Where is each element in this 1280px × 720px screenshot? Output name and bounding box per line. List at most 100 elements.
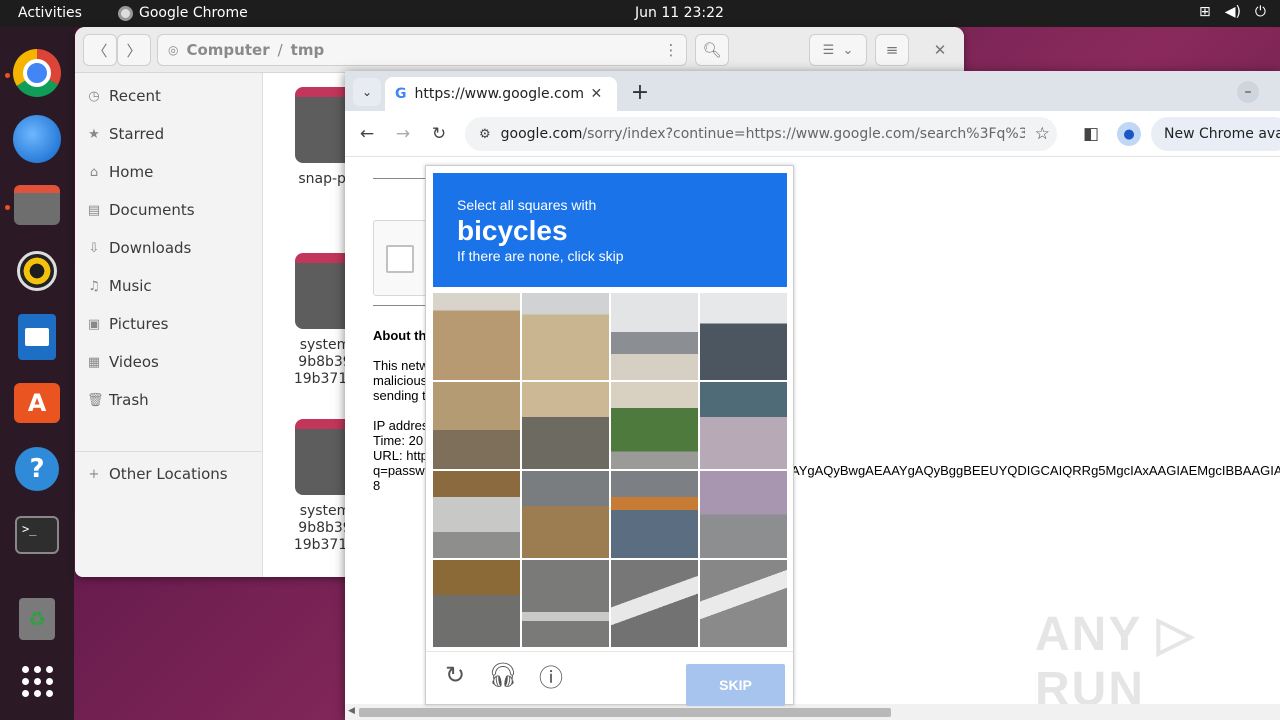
dock-rhythmbox[interactable] [13, 247, 61, 295]
bookmark-star-icon[interactable]: ☆ [1035, 124, 1050, 144]
image-tile[interactable] [611, 471, 698, 558]
sidebar-item-label: Documents [109, 201, 195, 219]
dock-thunderbird[interactable] [13, 115, 61, 163]
tab-google-sorry[interactable]: G https://www.google.com/sorry/ ✕ [385, 77, 617, 111]
reload-icon: ↻ [444, 661, 466, 689]
reload-challenge-button[interactable]: ↻ [440, 660, 470, 690]
sidebar-item-trash[interactable]: 🗑︎ Trash [87, 385, 149, 415]
kebab-icon: ⋮ [663, 41, 679, 59]
image-tile[interactable] [700, 560, 787, 647]
activities-button[interactable]: Activities [18, 5, 82, 21]
horizontal-scrollbar[interactable]: ◀ [345, 704, 1280, 720]
sidebar-item-recent[interactable]: ◷ Recent [87, 81, 161, 111]
request-details: IP addres Time: 20 URL: http q=passw 8 [373, 418, 429, 493]
image-tile[interactable] [433, 560, 520, 647]
image-tile[interactable] [700, 471, 787, 558]
image-tile[interactable] [522, 560, 609, 647]
plus-icon: + [88, 466, 100, 482]
path-segment-tmp[interactable]: tmp [291, 41, 325, 59]
side-panel-button[interactable]: ◧ [1078, 121, 1104, 147]
skip-button[interactable]: SKIP [686, 664, 785, 706]
back-button[interactable]: ← [354, 121, 380, 147]
help-info-button[interactable]: ⓘ [536, 660, 566, 692]
person-icon: ● [1123, 126, 1135, 142]
path-menu-button[interactable]: ⋮ [655, 34, 687, 66]
dock-trash[interactable]: ♻ [13, 595, 61, 643]
challenge-keyword: bicycles [457, 215, 568, 246]
dock-terminal[interactable]: >_ [13, 511, 61, 559]
hamburger-icon: ≡ [885, 41, 899, 59]
sidebar-item-documents[interactable]: ▤ Documents [87, 195, 195, 225]
libreoffice-writer-icon [18, 314, 56, 360]
image-tile[interactable] [611, 293, 698, 380]
recaptcha-checkbox[interactable] [386, 245, 414, 273]
minimize-button[interactable]: – [1237, 81, 1259, 103]
new-tab-button[interactable]: + [627, 79, 653, 105]
star-icon: ★ [88, 126, 100, 142]
rhythmbox-icon [17, 251, 57, 291]
site-info-icon[interactable]: ⚙ [479, 127, 491, 142]
dock-app-center[interactable]: A [13, 379, 61, 427]
dock-files[interactable] [13, 181, 61, 229]
image-tile[interactable] [700, 293, 787, 380]
forward-button[interactable]: → [390, 121, 416, 147]
scroll-left-icon[interactable]: ◀ [348, 706, 355, 716]
image-tile[interactable] [611, 560, 698, 647]
url-continuation: AYgAQyBwgAEAAYgAQyBggBEEUYQDIGCAIQRRg5Mg… [791, 463, 1280, 478]
google-favicon-icon: G [395, 86, 407, 102]
profile-avatar[interactable]: ● [1117, 122, 1141, 146]
arrow-left-icon: ← [359, 124, 375, 144]
address-bar[interactable]: ⚙ google.com/sorry/index?continue=https:… [465, 117, 1057, 151]
sidebar-item-starred[interactable]: ★ Starred [87, 119, 164, 149]
back-button[interactable]: 〈 [83, 34, 117, 66]
image-tile[interactable] [522, 293, 609, 380]
image-tile[interactable] [522, 471, 609, 558]
dock-help[interactable]: ? [13, 445, 61, 493]
new-chrome-available-button[interactable]: New Chrome ava [1151, 117, 1280, 151]
dock-chrome[interactable] [13, 49, 61, 97]
view-toggle[interactable]: ☰ ⌄ [809, 34, 867, 66]
list-view-icon: ☰ ⌄ [822, 42, 854, 58]
minimize-icon: – [1244, 84, 1252, 100]
running-indicator [5, 73, 10, 78]
sidebar-item-other-locations[interactable]: + Other Locations [87, 459, 228, 489]
image-tile[interactable] [700, 382, 787, 469]
sidebar-item-videos[interactable]: ▦ Videos [87, 347, 159, 377]
reload-button[interactable]: ↻ [426, 121, 452, 147]
app-menu[interactable]: Google Chrome [118, 5, 248, 21]
search-button[interactable]: 🔍︎ [695, 34, 729, 66]
system-tray[interactable]: ⊞ ◀) ⏻ [1199, 4, 1266, 20]
dock-libreoffice[interactable] [13, 313, 61, 361]
terminal-icon: >_ [15, 516, 59, 554]
scrollbar-thumb[interactable] [359, 708, 891, 717]
thunderbird-icon [13, 115, 61, 163]
arrow-right-icon: → [395, 124, 411, 144]
sidebar-item-label: Pictures [109, 315, 169, 333]
sidebar-item-pictures[interactable]: ▣ Pictures [87, 309, 169, 339]
main-menu-button[interactable]: ≡ [875, 34, 909, 66]
image-tile[interactable] [522, 382, 609, 469]
running-indicator [5, 205, 10, 210]
image-grid [433, 293, 787, 647]
reload-icon: ↻ [431, 124, 447, 144]
sidebar-item-label: Music [109, 277, 152, 295]
image-tile[interactable] [433, 293, 520, 380]
recaptcha-widget [373, 220, 433, 296]
document-icon: ▤ [87, 202, 101, 218]
forward-button[interactable]: 〉 [117, 34, 151, 66]
audio-challenge-button[interactable]: 🎧︎ [488, 660, 518, 690]
tab-close-icon[interactable]: ✕ [591, 86, 603, 102]
image-tile[interactable] [433, 471, 520, 558]
show-apps-button[interactable] [13, 657, 61, 705]
sidebar-item-downloads[interactable]: ⇩ Downloads [87, 233, 192, 263]
image-tile[interactable] [611, 382, 698, 469]
tab-search-button[interactable]: ⌄ [353, 78, 381, 106]
sidebar-item-music[interactable]: ♫ Music [87, 271, 152, 301]
path-segment-computer[interactable]: Computer [186, 41, 269, 59]
clock[interactable]: Jun 11 23:22 [635, 5, 724, 21]
close-window-button[interactable]: ✕ [925, 34, 955, 66]
image-tile[interactable] [433, 382, 520, 469]
sidebar-item-home[interactable]: ⌂ Home [87, 157, 153, 187]
path-bar[interactable]: ◎ Computer / tmp [157, 34, 687, 66]
info-icon: ⓘ [539, 664, 563, 692]
